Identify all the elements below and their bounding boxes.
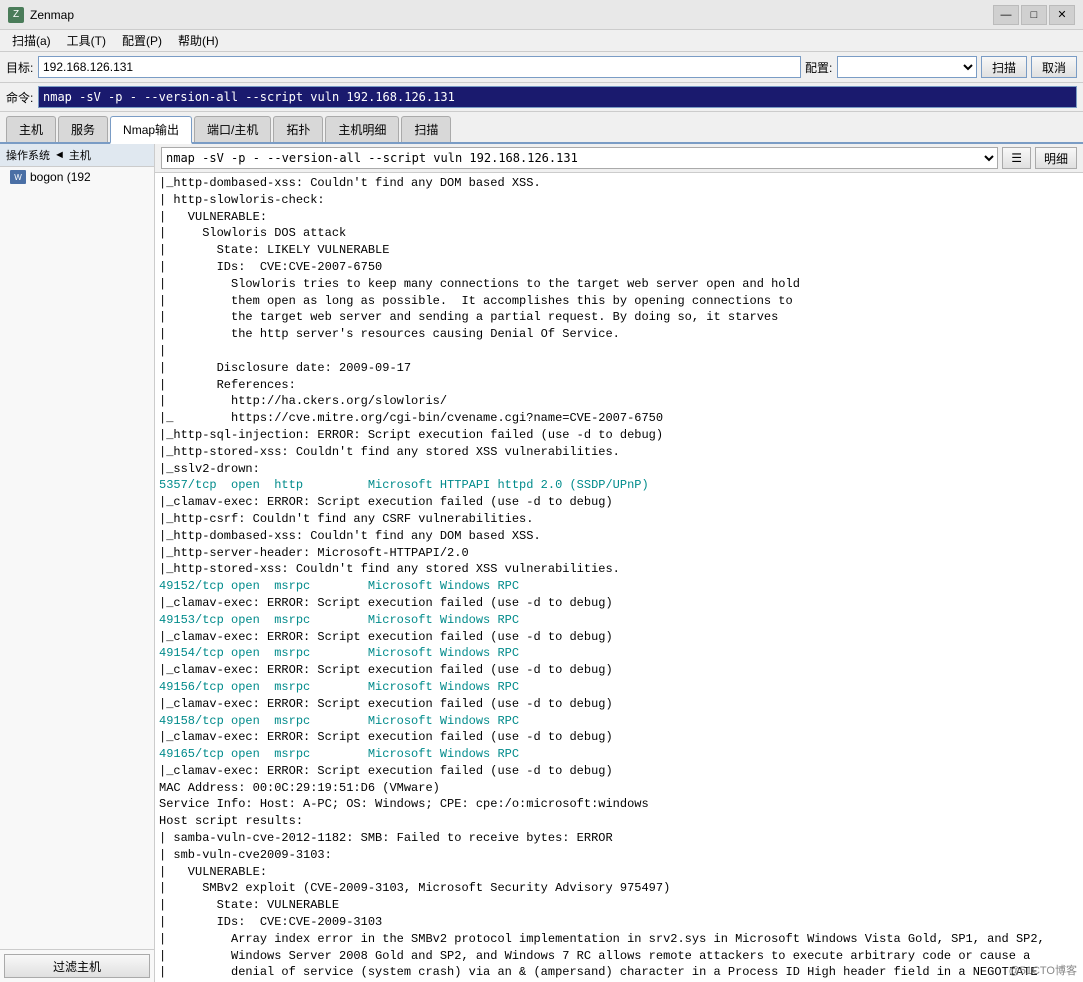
output-line: MAC Address: 00:0C:29:19:51:D6 (VMware) bbox=[159, 780, 1079, 797]
output-line: |_ https://cve.mitre.org/cgi-bin/cvename… bbox=[159, 410, 1079, 427]
output-line: |_clamav-exec: ERROR: Script execution f… bbox=[159, 494, 1079, 511]
output-line: |_sslv2-drown: bbox=[159, 461, 1079, 478]
output-line: |_http-dombased-xss: Couldn't find any D… bbox=[159, 528, 1079, 545]
output-line: | smb-vuln-cve2009-3103: bbox=[159, 847, 1079, 864]
output-line: | http-slowloris-check: bbox=[159, 192, 1079, 209]
output-line: |_http-stored-xss: Couldn't find any sto… bbox=[159, 561, 1079, 578]
content-toolbar: nmap -sV -p - --version-all --script vul… bbox=[155, 144, 1083, 173]
scan-button[interactable]: 扫描 bbox=[981, 56, 1027, 78]
main-area: 操作系统 ◄ 主机 W bogon (192 过滤主机 nmap -sV -p … bbox=[0, 144, 1083, 982]
output-line: | IDs: CVE:CVE-2007-6750 bbox=[159, 259, 1079, 276]
output-line: | Slowloris tries to keep many connectio… bbox=[159, 276, 1079, 293]
menu-tools[interactable]: 工具(T) bbox=[59, 30, 114, 51]
app-title: Zenmap bbox=[30, 8, 993, 22]
output-line: | the target web server and sending a pa… bbox=[159, 309, 1079, 326]
output-line: | Windows Server 2008 Gold and SP2, and … bbox=[159, 948, 1079, 965]
output-line: | State: LIKELY VULNERABLE bbox=[159, 242, 1079, 259]
output-line: | Array index error in the SMBv2 protoco… bbox=[159, 931, 1079, 948]
sidebar-host-label: 主机 bbox=[69, 147, 91, 163]
output-line: | bbox=[159, 343, 1079, 360]
output-line: | denial of service (system crash) via a… bbox=[159, 964, 1079, 981]
minimize-button[interactable]: — bbox=[993, 5, 1019, 25]
detail-button[interactable]: 明细 bbox=[1035, 147, 1077, 169]
cmd-label: 命令: bbox=[6, 89, 34, 106]
output-line: |_clamav-exec: ERROR: Script execution f… bbox=[159, 595, 1079, 612]
output-line: | samba-vuln-cve-2012-1182: SMB: Failed … bbox=[159, 830, 1079, 847]
maximize-button[interactable]: □ bbox=[1021, 5, 1047, 25]
output-line: | Slowloris DOS attack bbox=[159, 225, 1079, 242]
tab-nmap-output[interactable]: Nmap输出 bbox=[110, 116, 192, 144]
output-line: |_clamav-exec: ERROR: Script execution f… bbox=[159, 696, 1079, 713]
tab-topology[interactable]: 拓扑 bbox=[273, 116, 323, 142]
output-line: |_http-csrf: Couldn't find any CSRF vuln… bbox=[159, 511, 1079, 528]
output-line: | VULNERABLE: bbox=[159, 209, 1079, 226]
output-line: |_http-server-header: Microsoft-HTTPAPI/… bbox=[159, 545, 1079, 562]
output-line: 49165/tcp open msrpc Microsoft Windows R… bbox=[159, 746, 1079, 763]
tab-host-details[interactable]: 主机明细 bbox=[325, 116, 399, 142]
config-label: 配置: bbox=[805, 59, 833, 76]
output-line: |_clamav-exec: ERROR: Script execution f… bbox=[159, 763, 1079, 780]
output-line: 49152/tcp open msrpc Microsoft Windows R… bbox=[159, 578, 1079, 595]
target-input[interactable] bbox=[38, 56, 801, 78]
output-line: | Disclosure date: 2009-09-17 bbox=[159, 360, 1079, 377]
menu-scan[interactable]: 扫描(a) bbox=[4, 30, 59, 51]
output-line: | http://ha.ckers.org/slowloris/ bbox=[159, 393, 1079, 410]
output-line: 49156/tcp open msrpc Microsoft Windows R… bbox=[159, 679, 1079, 696]
menu-help[interactable]: 帮助(H) bbox=[170, 30, 227, 51]
output-area[interactable]: |_http-dombased-xss: Couldn't find any D… bbox=[155, 173, 1083, 982]
output-line: 49153/tcp open msrpc Microsoft Windows R… bbox=[159, 612, 1079, 629]
cmd-bar: 命令: bbox=[0, 83, 1083, 112]
sidebar-bottom: 过滤主机 bbox=[0, 949, 154, 982]
output-select[interactable]: nmap -sV -p - --version-all --script vul… bbox=[161, 147, 998, 169]
output-line: | IDs: CVE:CVE-2009-3103 bbox=[159, 914, 1079, 931]
sidebar-item-label: bogon (192 bbox=[30, 170, 91, 184]
output-line: |_clamav-exec: ERROR: Script execution f… bbox=[159, 662, 1079, 679]
cmd-input[interactable] bbox=[38, 86, 1077, 108]
output-line: |_http-dombased-xss: Couldn't find any D… bbox=[159, 175, 1079, 192]
target-label: 目标: bbox=[6, 59, 34, 76]
target-toolbar: 目标: 配置: 扫描 取消 bbox=[0, 52, 1083, 83]
tab-ports-hosts[interactable]: 端口/主机 bbox=[194, 116, 271, 142]
menu-config[interactable]: 配置(P) bbox=[114, 30, 170, 51]
output-line: | VULNERABLE: bbox=[159, 864, 1079, 881]
output-line: | them open as long as possible. It acco… bbox=[159, 293, 1079, 310]
watermark: @51CTO博客 bbox=[1009, 962, 1077, 978]
menu-bar: 扫描(a) 工具(T) 配置(P) 帮助(H) bbox=[0, 30, 1083, 52]
output-line: |_clamav-exec: ERROR: Script execution f… bbox=[159, 729, 1079, 746]
output-line: | the http server's resources causing De… bbox=[159, 326, 1079, 343]
output-line: Host script results: bbox=[159, 813, 1079, 830]
host-icon: W bbox=[10, 170, 26, 184]
output-line: 49158/tcp open msrpc Microsoft Windows R… bbox=[159, 713, 1079, 730]
tab-services[interactable]: 服务 bbox=[58, 116, 108, 142]
options-button[interactable]: ☰ bbox=[1002, 147, 1031, 169]
filter-hosts-button[interactable]: 过滤主机 bbox=[4, 954, 150, 978]
title-bar: Z Zenmap — □ ✕ bbox=[0, 0, 1083, 30]
output-line: | SMBv2 exploit (CVE-2009-3103, Microsof… bbox=[159, 880, 1079, 897]
tab-scan[interactable]: 扫描 bbox=[401, 116, 451, 142]
sidebar-separator: ◄ bbox=[54, 149, 65, 161]
tabs-bar: 主机 服务 Nmap输出 端口/主机 拓扑 主机明细 扫描 bbox=[0, 112, 1083, 144]
sidebar-header: 操作系统 ◄ 主机 bbox=[0, 144, 154, 167]
cancel-button[interactable]: 取消 bbox=[1031, 56, 1077, 78]
output-line: 49154/tcp open msrpc Microsoft Windows R… bbox=[159, 645, 1079, 662]
window-controls: — □ ✕ bbox=[993, 5, 1075, 25]
output-line: 5357/tcp open http Microsoft HTTPAPI htt… bbox=[159, 477, 1079, 494]
content-area: nmap -sV -p - --version-all --script vul… bbox=[155, 144, 1083, 982]
close-button[interactable]: ✕ bbox=[1049, 5, 1075, 25]
sidebar-item-host[interactable]: W bogon (192 bbox=[0, 167, 154, 187]
output-line: | References: bbox=[159, 377, 1079, 394]
sidebar: 操作系统 ◄ 主机 W bogon (192 过滤主机 bbox=[0, 144, 155, 982]
output-line: |_http-sql-injection: ERROR: Script exec… bbox=[159, 427, 1079, 444]
output-line: Service Info: Host: A-PC; OS: Windows; C… bbox=[159, 796, 1079, 813]
output-line: |_http-stored-xss: Couldn't find any sto… bbox=[159, 444, 1079, 461]
sidebar-os-label: 操作系统 bbox=[6, 147, 50, 163]
output-line: |_clamav-exec: ERROR: Script execution f… bbox=[159, 629, 1079, 646]
config-select[interactable] bbox=[837, 56, 977, 78]
app-icon: Z bbox=[8, 7, 24, 23]
tab-hosts[interactable]: 主机 bbox=[6, 116, 56, 142]
output-line: | State: VULNERABLE bbox=[159, 897, 1079, 914]
